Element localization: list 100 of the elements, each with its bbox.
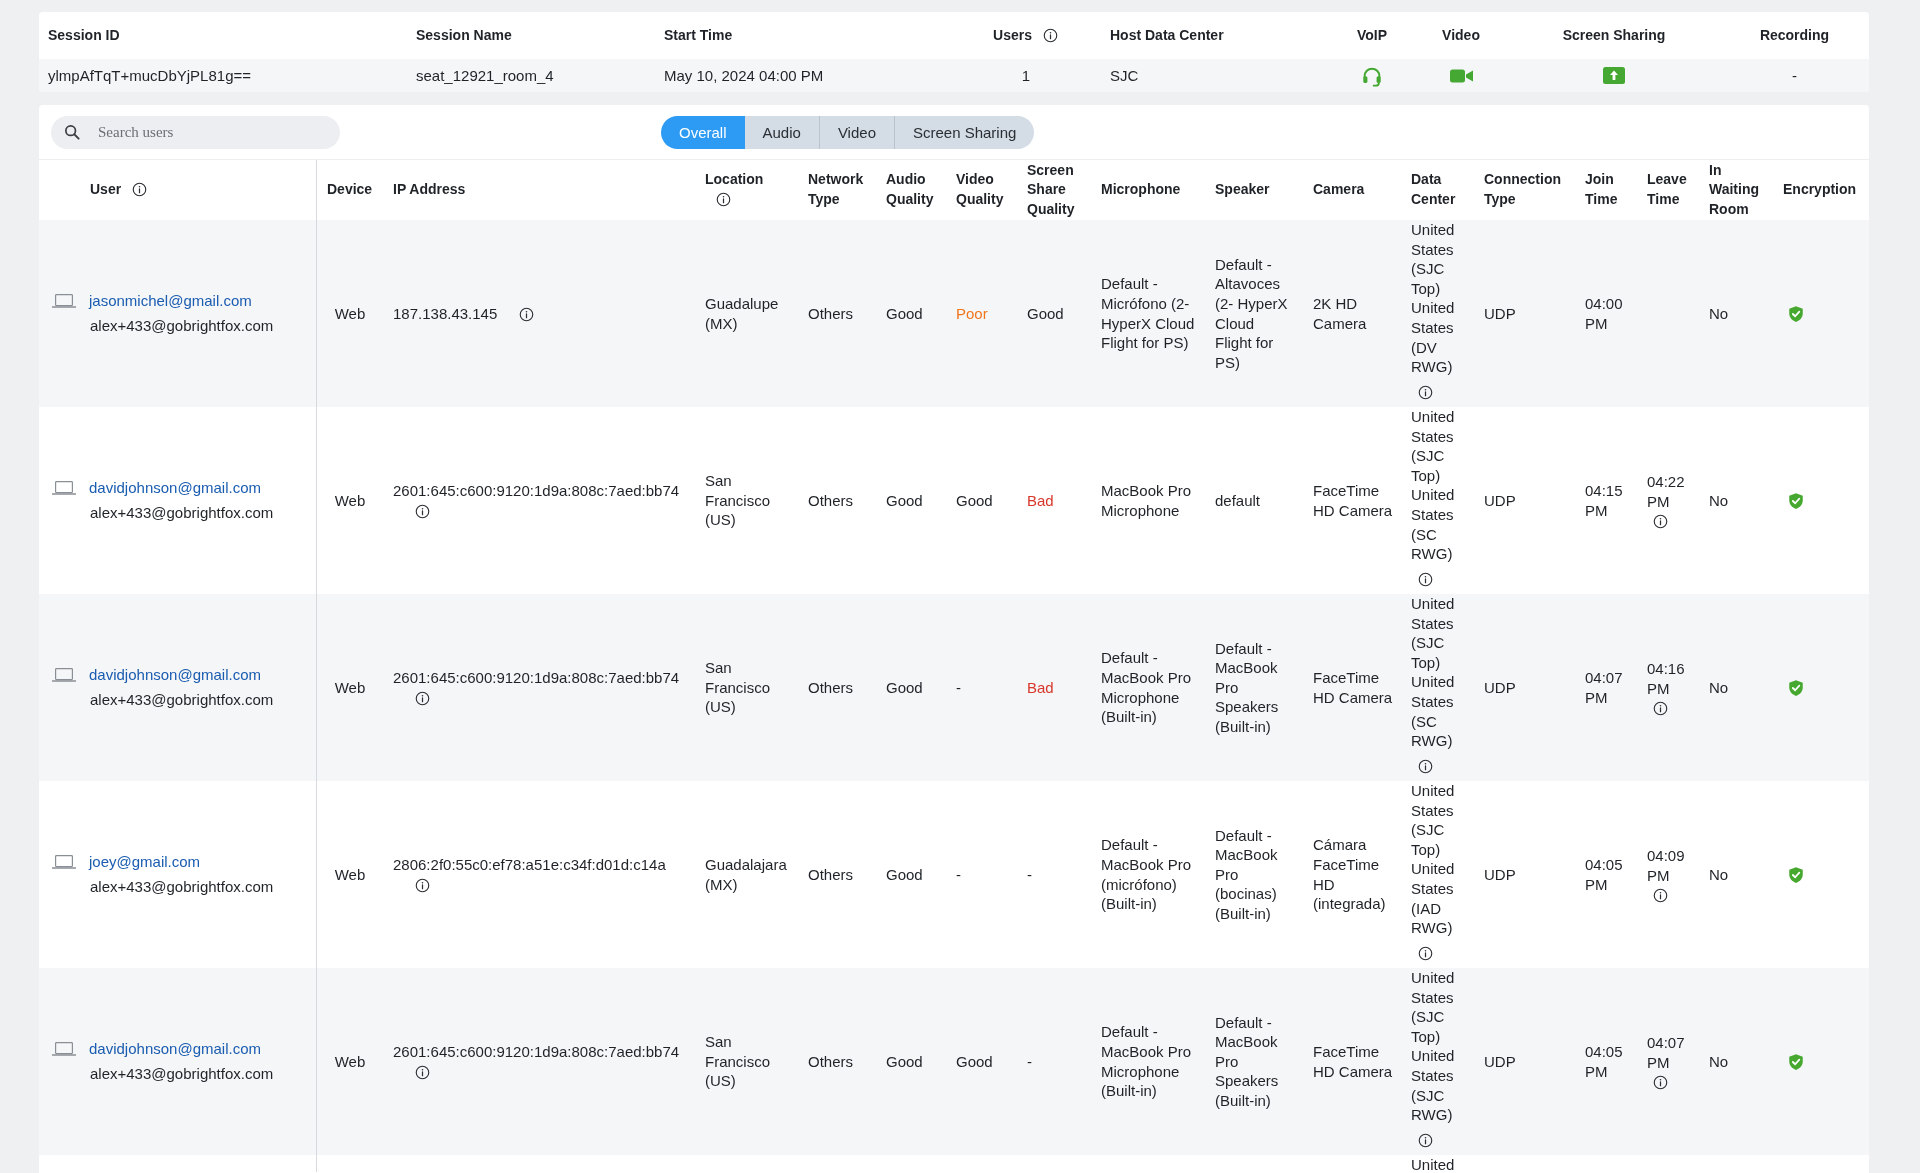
user-account: alex+433@gobrightfox.com (89, 690, 274, 710)
info-icon[interactable] (415, 1064, 430, 1080)
tab[interactable]: Audio (744, 115, 819, 149)
column-header: Join Time (1585, 171, 1618, 207)
connection-type: UDP (1484, 490, 1516, 511)
video-quality: - (956, 864, 961, 885)
video-quality: Poor (956, 303, 988, 324)
column-header: Video (1442, 25, 1480, 45)
network-type: Others (808, 1051, 853, 1072)
info-icon[interactable] (415, 877, 430, 893)
join-time: 04:00 PM (1585, 293, 1624, 334)
waiting-room-status: No (1709, 864, 1729, 885)
screen-share-quality: - (1027, 1051, 1032, 1072)
column-header: VoIP (1356, 25, 1388, 45)
microphone-name: Default - MacBook Pro (micrófono) (Built-in) (1101, 835, 1193, 914)
info-icon[interactable] (415, 503, 430, 519)
info-icon[interactable] (1653, 701, 1668, 717)
audio-quality: Good (886, 677, 923, 698)
waiting-room-status: No (1709, 303, 1729, 324)
leave-time: 04:09 PM (1647, 845, 1686, 886)
leave-time: 04:07 PM (1647, 1032, 1686, 1073)
session-id: ylmpAfTqT+mucDbYjPL81g== (48, 65, 251, 86)
microphone-name: Default - MacBook Pro Microphone (Built-in) (1101, 1022, 1193, 1101)
user-email[interactable]: davidjohnson@gmail.com (89, 665, 274, 685)
connection-type: UDP (1484, 1051, 1516, 1072)
speaker-name: Default - MacBook Pro Speakers (Built-in) (1215, 1012, 1280, 1111)
speaker-name: default (1215, 490, 1261, 511)
join-time: 04:07 PM (1585, 667, 1624, 708)
speaker-name: Default - MacBook Pro Speakers (Built-in) (1215, 638, 1280, 737)
user-account: alex+433@gobrightfox.com (89, 316, 274, 336)
ip-address: 2601:645:c600:9120:1d9a:808c:7aed:bb74 (393, 668, 680, 686)
column-header: Encryption (1783, 181, 1857, 198)
session-name: seat_12921_room_4 (416, 65, 554, 86)
info-icon[interactable] (1418, 1132, 1433, 1148)
user-email[interactable]: davidjohnson@gmail.com (89, 1039, 274, 1059)
data-center: United States (SJC Top) United States (SC RWG) (1411, 594, 1456, 751)
user-email[interactable]: joey@gmail.com (89, 852, 274, 872)
location: San Francisco (US) (705, 1032, 772, 1091)
user-email[interactable]: jasonmichel@gmail.com (89, 291, 274, 311)
user-email[interactable]: davidjohnson@gmail.com (89, 478, 274, 498)
camera-name: FaceTime HD Camera (1313, 667, 1394, 708)
screen-share-quality: Good (1027, 303, 1064, 324)
column-header: In Waiting Room (1709, 161, 1760, 217)
device-type: Web (334, 1051, 366, 1072)
info-icon[interactable] (1418, 571, 1433, 587)
column-header: Microphone (1101, 181, 1181, 198)
column-header: Host Data Center (1110, 25, 1224, 45)
search-field[interactable]: Search users (51, 115, 340, 149)
data-center: United (1411, 1157, 1455, 1172)
laptop-icon (52, 481, 76, 496)
laptop-icon (52, 855, 76, 870)
column-header: IP Address (393, 181, 466, 198)
info-icon[interactable] (1653, 514, 1668, 530)
microphone-name: Default - MacBook Pro Microphone (Built-in) (1101, 648, 1193, 727)
ip-address: 187.138.43.145 (393, 304, 498, 322)
laptop-icon (52, 294, 76, 309)
info-icon[interactable] (1418, 945, 1433, 961)
ip-address: 2601:645:c600:9120:1d9a:808c:7aed:bb74 (393, 1042, 680, 1060)
info-icon[interactable] (132, 182, 148, 198)
info-icon[interactable] (1418, 384, 1433, 400)
tab[interactable]: Video (818, 115, 894, 149)
info-icon[interactable] (519, 306, 535, 322)
device-type: Web (334, 303, 366, 324)
user-account: alex+433@gobrightfox.com (89, 1064, 274, 1084)
info-icon[interactable] (415, 690, 430, 706)
network-type: Others (808, 677, 853, 698)
user-account: alex+433@gobrightfox.com (89, 503, 274, 523)
video-quality: Good (956, 1051, 993, 1072)
camera-name: FaceTime HD Camera (1313, 1041, 1394, 1082)
info-icon[interactable] (1043, 28, 1058, 43)
screen-share-quality: Bad (1027, 677, 1054, 698)
device-type: Web (334, 490, 366, 511)
leave-time: 04:16 PM (1647, 658, 1686, 699)
column-header: Connection Type (1484, 171, 1561, 207)
screen-share-quality: - (1027, 864, 1032, 885)
speaker-name: Default - MacBook Pro (bocinas) (Built-in) (1215, 825, 1279, 924)
audio-quality: Good (886, 864, 923, 885)
connection-type: UDP (1484, 303, 1516, 324)
microphone-name: MacBook Pro Microphone (1101, 480, 1193, 521)
info-icon[interactable] (1418, 758, 1433, 774)
waiting-room-status: No (1709, 490, 1729, 511)
info-icon[interactable] (716, 192, 731, 207)
column-header: Audio Quality (886, 171, 934, 207)
join-time: 04:05 PM (1585, 1041, 1624, 1082)
connection-type: UDP (1484, 864, 1516, 885)
camera-name: 2K HD Camera (1313, 293, 1368, 334)
column-header: Location (705, 171, 764, 188)
info-icon[interactable] (1653, 888, 1668, 904)
speaker-name: Default - Altavoces (2- HyperX Cloud Flight for PS) (1215, 254, 1289, 373)
camera-name: Cámara FaceTime HD (integrada) (1313, 835, 1387, 914)
connection-type: UDP (1484, 677, 1516, 698)
tab[interactable]: Screen Sharing (894, 115, 1035, 149)
column-header: Screen Sharing (1562, 25, 1666, 45)
network-type: Others (808, 864, 853, 885)
column-header: User (90, 181, 122, 198)
device-type: Web (334, 677, 366, 698)
microphone-name: Default - Micrófono (2- HyperX Cloud Flight for PS) (1101, 274, 1196, 353)
start-time: May 10, 2024 04:00 PM (664, 65, 824, 86)
column-header: Session Name (416, 25, 512, 45)
info-icon[interactable] (1653, 1075, 1668, 1091)
